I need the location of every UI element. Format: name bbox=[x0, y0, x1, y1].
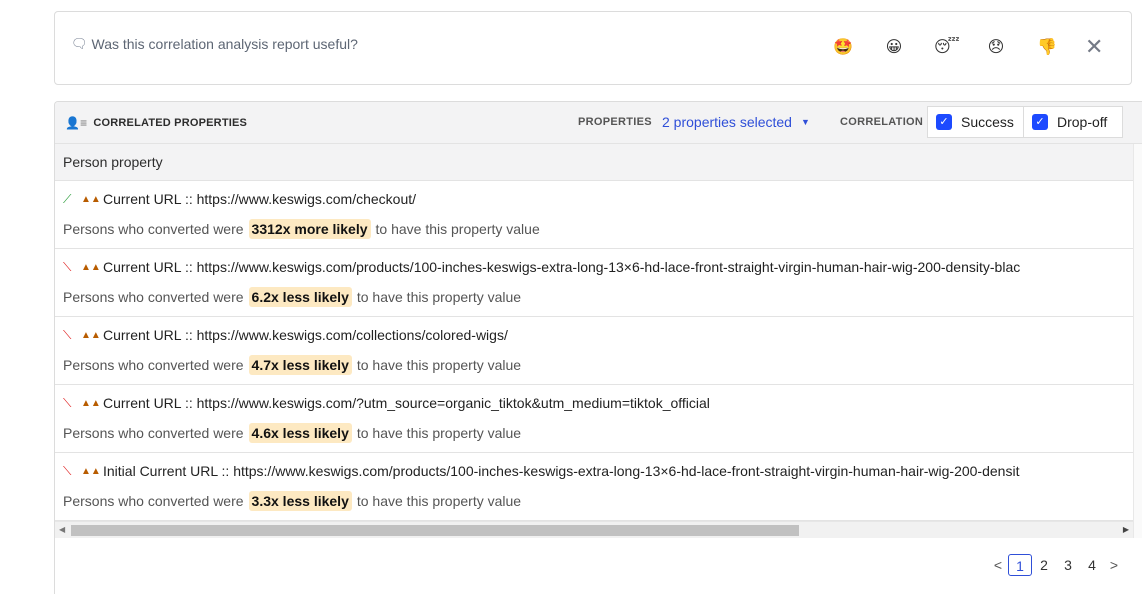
table-row[interactable]: ⟍ ▲▲ Initial Current URL :: https://www.ke… bbox=[55, 453, 1135, 521]
grinning-emoji[interactable]: 😀 bbox=[883, 37, 905, 59]
correlation-description: Persons who converted were 6.2x less like… bbox=[63, 287, 521, 307]
person-property-icon: ▲▲ bbox=[81, 329, 101, 341]
correlated-properties-panel: 👤≡ CORRELATED PROPERTIES PROPERTIES 2 pr… bbox=[54, 101, 1142, 594]
description-prefix: Persons who converted were bbox=[63, 493, 244, 509]
prev-page-button[interactable]: < bbox=[988, 557, 1008, 573]
property-name: Initial Current URL :: https://www.keswi… bbox=[103, 463, 1020, 479]
sleepy-emoji[interactable]: 😴 bbox=[934, 37, 960, 59]
correlation-description: Persons who converted were 4.6x less like… bbox=[63, 423, 521, 443]
correlation-label: CORRELATION bbox=[840, 116, 924, 128]
panel-header: 👤≡ CORRELATED PROPERTIES PROPERTIES 2 pr… bbox=[55, 102, 1142, 144]
likelihood-badge: 3312x more likely bbox=[248, 219, 371, 239]
correlation-description: Persons who converted were 3312x more lik… bbox=[63, 219, 540, 239]
description-suffix: to have this property value bbox=[356, 357, 522, 373]
horizontal-scroll-thumb[interactable] bbox=[71, 525, 799, 536]
feedback-question: 🗨 Was this correlation analysis report u… bbox=[71, 36, 358, 52]
next-page-button[interactable]: > bbox=[1104, 557, 1124, 573]
description-suffix: to have this property value bbox=[356, 425, 522, 441]
page-4-button[interactable]: 4 bbox=[1080, 554, 1104, 576]
description-prefix: Persons who converted were bbox=[63, 425, 244, 441]
properties-select[interactable]: 2 properties selected ▼ bbox=[662, 114, 810, 130]
property-line: ⟋ ▲▲ Current URL :: https://www.keswigs.co… bbox=[63, 191, 416, 207]
property-line: ⟍ ▲▲ Initial Current URL :: https://www.ke… bbox=[63, 463, 1019, 479]
person-property-icon: ▲▲ bbox=[81, 397, 101, 409]
properties-label: PROPERTIES bbox=[578, 116, 652, 128]
success-checkbox[interactable]: ✓ Success bbox=[927, 106, 1024, 138]
person-property-icon: ▲▲ bbox=[81, 261, 101, 273]
likelihood-badge: 6.2x less likely bbox=[248, 287, 352, 307]
success-label: Success bbox=[961, 114, 1014, 130]
caret-down-icon: ▼ bbox=[800, 117, 810, 127]
property-line: ⟍ ▲▲ Current URL :: https://www.keswigs.co… bbox=[63, 395, 710, 411]
horizontal-scrollbar[interactable]: ◀ ▶ bbox=[55, 521, 1133, 538]
results-table-body: ⟋ ▲▲ Current URL :: https://www.keswigs.co… bbox=[55, 181, 1135, 521]
likelihood-badge: 3.3x less likely bbox=[248, 491, 352, 511]
description-prefix: Persons who converted were bbox=[63, 357, 244, 373]
scroll-left-arrow-icon[interactable]: ◀ bbox=[59, 525, 65, 534]
correlation-description: Persons who converted were 4.7x less like… bbox=[63, 355, 521, 375]
page-1-button[interactable]: 1 bbox=[1008, 554, 1032, 576]
table-row[interactable]: ⟋ ▲▲ Current URL :: https://www.keswigs.co… bbox=[55, 181, 1135, 249]
trend-down-icon: ⟍ bbox=[63, 327, 72, 342]
table-row[interactable]: ⟍ ▲▲ Current URL :: https://www.keswigs.co… bbox=[55, 317, 1135, 385]
feedback-banner: 🗨 Was this correlation analysis report u… bbox=[54, 11, 1132, 85]
table-row[interactable]: ⟍ ▲▲ Current URL :: https://www.keswigs.co… bbox=[55, 249, 1135, 317]
panel-title: 👤≡ CORRELATED PROPERTIES bbox=[65, 116, 247, 130]
chat-bubble-icon: 🗨 bbox=[71, 36, 88, 51]
likelihood-badge: 4.7x less likely bbox=[248, 355, 352, 375]
properties-select-value: 2 properties selected bbox=[662, 114, 792, 130]
property-line: ⟍ ▲▲ Current URL :: https://www.keswigs.co… bbox=[63, 259, 1020, 275]
description-prefix: Persons who converted were bbox=[63, 289, 244, 305]
feedback-question-text: Was this correlation analysis report use… bbox=[91, 36, 358, 52]
property-name: Current URL :: https://www.keswigs.com/c… bbox=[103, 327, 508, 343]
panel-title-text: CORRELATED PROPERTIES bbox=[93, 117, 248, 129]
checkmark-icon: ✓ bbox=[936, 114, 952, 130]
person-property-icon: ▲▲ bbox=[81, 465, 101, 477]
description-suffix: to have this property value bbox=[356, 289, 522, 305]
table-row[interactable]: ⟍ ▲▲ Current URL :: https://www.keswigs.co… bbox=[55, 385, 1135, 453]
person-list-icon: 👤≡ bbox=[65, 116, 88, 130]
property-name: Current URL :: https://www.keswigs.com/?… bbox=[103, 395, 710, 411]
column-header-person-property[interactable]: Person property bbox=[55, 144, 1142, 181]
close-icon[interactable]: ✕ bbox=[1085, 34, 1103, 60]
star-eyes-emoji[interactable]: 🤩 bbox=[832, 37, 854, 59]
disappointed-emoji[interactable]: 😞 bbox=[985, 37, 1007, 59]
trend-up-icon: ⟋ bbox=[63, 191, 72, 206]
description-suffix: to have this property value bbox=[375, 221, 540, 237]
trend-down-icon: ⟍ bbox=[63, 395, 72, 410]
person-property-icon: ▲▲ bbox=[81, 193, 101, 205]
property-line: ⟍ ▲▲ Current URL :: https://www.keswigs.co… bbox=[63, 327, 508, 343]
description-suffix: to have this property value bbox=[356, 493, 522, 509]
dropoff-label: Drop-off bbox=[1057, 114, 1108, 130]
scroll-right-arrow-icon[interactable]: ▶ bbox=[1123, 525, 1129, 534]
likelihood-badge: 4.6x less likely bbox=[248, 423, 352, 443]
page-2-button[interactable]: 2 bbox=[1032, 554, 1056, 576]
pagination: < 1234 > bbox=[988, 554, 1124, 576]
emoji-rating-group: 🤩 😀 😴 😞 👎 bbox=[832, 37, 1087, 59]
trend-down-icon: ⟍ bbox=[63, 259, 72, 274]
thumbs-down-emoji[interactable]: 👎 bbox=[1036, 37, 1058, 59]
description-prefix: Persons who converted were bbox=[63, 221, 244, 237]
property-name: Current URL :: https://www.keswigs.com/p… bbox=[103, 259, 1021, 275]
page-3-button[interactable]: 3 bbox=[1056, 554, 1080, 576]
vertical-scrollbar[interactable] bbox=[1133, 144, 1142, 538]
dropoff-checkbox[interactable]: ✓ Drop-off bbox=[1023, 106, 1123, 138]
trend-down-icon: ⟍ bbox=[63, 463, 72, 478]
correlation-description: Persons who converted were 3.3x less like… bbox=[63, 491, 521, 511]
checkmark-icon: ✓ bbox=[1032, 114, 1048, 130]
property-name: Current URL :: https://www.keswigs.com/c… bbox=[103, 191, 417, 207]
